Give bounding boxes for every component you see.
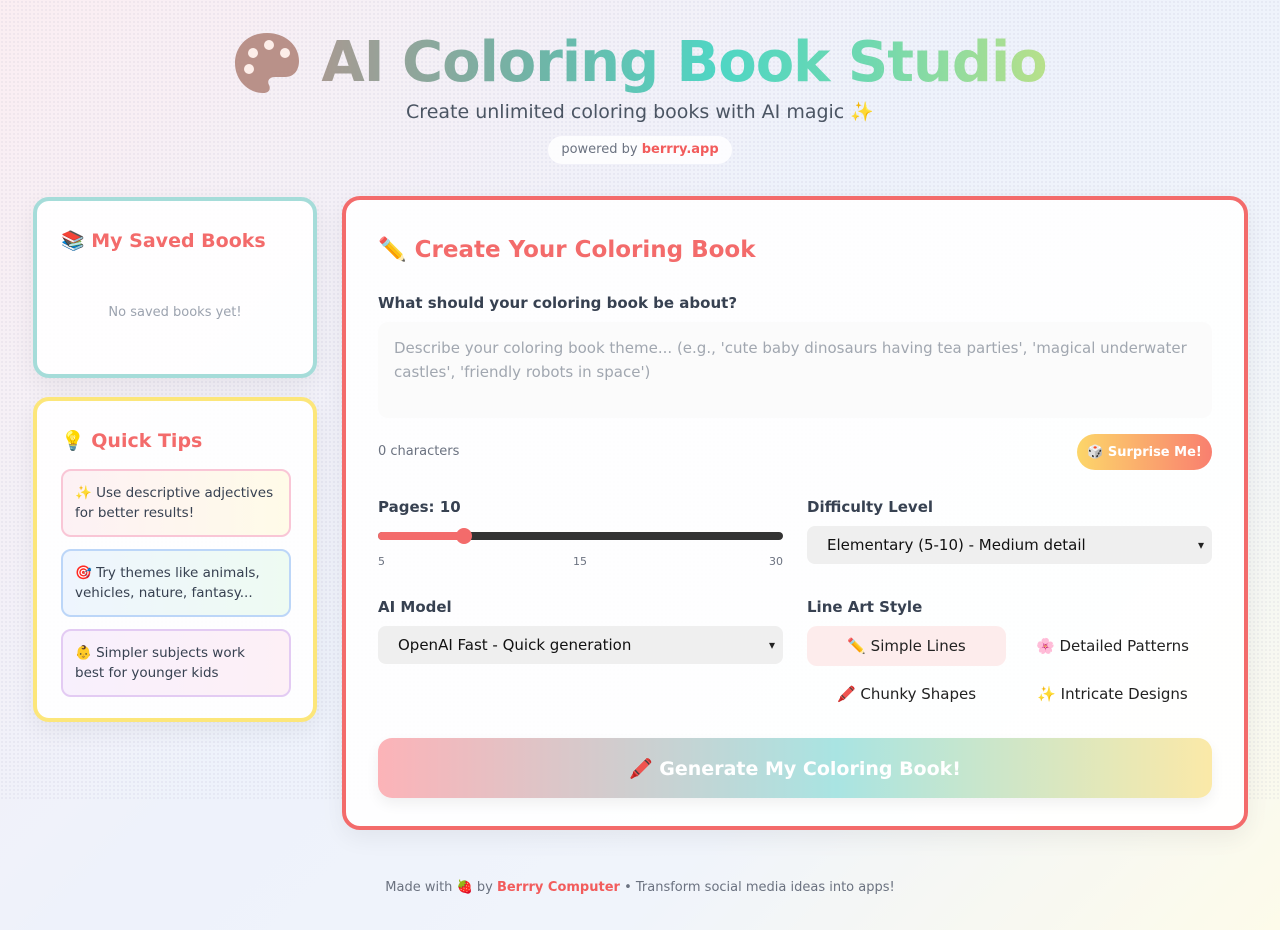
pages-tick-min: 5 xyxy=(378,555,385,568)
pages-tick-mid: 15 xyxy=(573,555,587,568)
ai-model-selected-value: OpenAI Fast - Quick generation xyxy=(398,636,632,654)
pages-slider-thumb[interactable] xyxy=(455,528,472,544)
difficulty-selected-value: Elementary (5-10) - Medium detail xyxy=(827,536,1086,554)
quick-tips-panel: 💡 Quick Tips ✨ Use descriptive adjective… xyxy=(33,397,317,722)
style-option-intricate-designs[interactable]: ✨ Intricate Designs xyxy=(1013,674,1212,714)
line-art-style-label: Line Art Style xyxy=(807,598,923,616)
pages-slider-fill xyxy=(378,532,464,540)
footer-prefix: Made with 🍓 by xyxy=(385,880,493,895)
chevron-down-icon: ▾ xyxy=(1197,538,1204,552)
pages-tick-max: 30 xyxy=(769,555,783,568)
chevron-down-icon: ▾ xyxy=(768,638,775,652)
ai-model-select[interactable]: OpenAI Fast - Quick generation ▾ xyxy=(378,626,783,664)
palette-icon xyxy=(235,33,300,93)
pages-label: Pages: 10 xyxy=(378,498,461,516)
saved-books-panel: 📚 My Saved Books No saved books yet! xyxy=(33,197,317,378)
generate-book-button[interactable]: 🖍️ Generate My Coloring Book! xyxy=(378,738,1212,798)
create-book-title: ✏️ Create Your Coloring Book xyxy=(378,237,756,263)
quick-tips-title: 💡 Quick Tips xyxy=(61,430,203,452)
style-option-simple-lines[interactable]: ✏️ Simple Lines xyxy=(807,626,1006,666)
tip-item: 🎯 Try themes like animals, vehicles, nat… xyxy=(61,549,291,617)
tip-item: 👶 Simpler subjects work best for younger… xyxy=(61,629,291,697)
saved-books-empty-message: No saved books yet! xyxy=(108,305,242,320)
surprise-me-button[interactable]: 🎲 Surprise Me! xyxy=(1077,434,1212,470)
create-book-panel: ✏️ Create Your Coloring Book What should… xyxy=(342,196,1248,830)
pages-slider[interactable] xyxy=(378,528,783,544)
powered-by-badge[interactable]: powered by berrry.app xyxy=(548,136,732,164)
footer: Made with 🍓 by Berrry Computer • Transfo… xyxy=(0,880,1280,895)
powered-by-brand-link[interactable]: berrry.app xyxy=(642,142,719,157)
theme-prompt-input[interactable] xyxy=(378,322,1212,418)
footer-suffix: • Transform social media ideas into apps… xyxy=(624,880,895,895)
title-row: AI Coloring Book Studio xyxy=(0,28,1280,98)
app-subtitle: Create unlimited coloring books with AI … xyxy=(406,101,874,123)
style-option-detailed-patterns[interactable]: 🌸 Detailed Patterns xyxy=(1013,626,1212,666)
theme-prompt-label: What should your coloring book be about? xyxy=(378,294,738,312)
style-option-chunky-shapes[interactable]: 🖍️ Chunky Shapes xyxy=(807,674,1006,714)
difficulty-select[interactable]: Elementary (5-10) - Medium detail ▾ xyxy=(807,526,1212,564)
character-count: 0 characters xyxy=(378,444,460,459)
footer-brand-link[interactable]: Berrry Computer xyxy=(497,880,620,895)
powered-by-prefix: powered by xyxy=(561,142,638,157)
saved-books-title: 📚 My Saved Books xyxy=(61,230,266,252)
tip-item: ✨ Use descriptive adjectives for better … xyxy=(61,469,291,537)
difficulty-label: Difficulty Level xyxy=(807,498,934,516)
app-title: AI Coloring Book Studio xyxy=(321,28,1047,98)
ai-model-label: AI Model xyxy=(378,598,452,616)
